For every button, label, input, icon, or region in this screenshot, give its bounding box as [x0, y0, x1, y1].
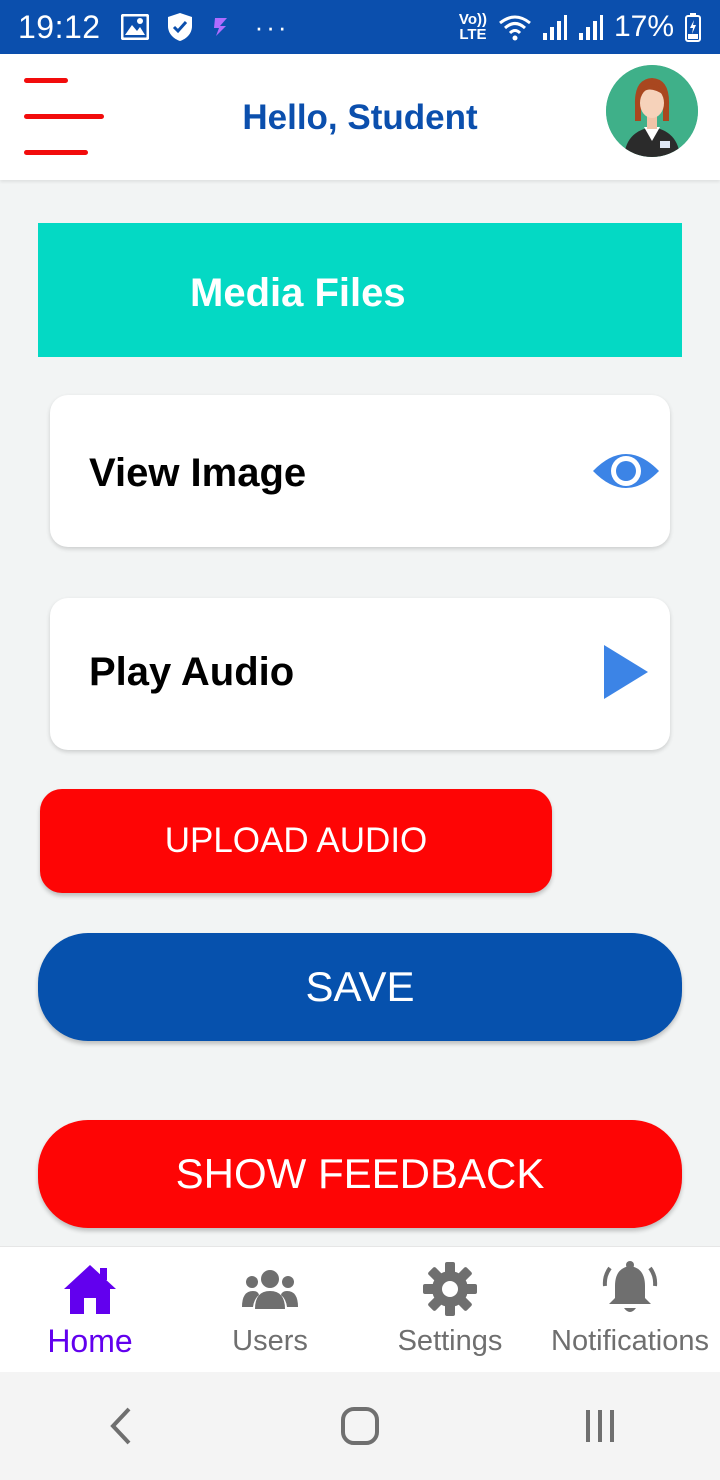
nav-label: Users: [232, 1325, 308, 1357]
upload-audio-button[interactable]: UPLOAD AUDIO: [40, 789, 552, 893]
nav-label: Home: [47, 1323, 133, 1359]
nav-label: Notifications: [551, 1325, 709, 1357]
app-icon: [213, 18, 227, 36]
users-icon: [238, 1259, 302, 1319]
show-feedback-button[interactable]: SHOW FEEDBACK: [38, 1120, 682, 1228]
battery-percent: 17%: [613, 10, 674, 43]
bottom-navigation: Home Users Settings Notifications: [0, 1246, 720, 1372]
signal-icon: [542, 15, 567, 40]
network-label: Vo)) LTE: [458, 11, 487, 43]
system-navigation-bar: [0, 1372, 720, 1480]
status-bar: 19:12 ··· Vo)) LTE 17%: [0, 0, 720, 54]
gear-icon: [418, 1259, 482, 1319]
home-circle-icon[interactable]: [320, 1386, 400, 1466]
play-icon[interactable]: [602, 643, 650, 706]
banner-label: Media Files: [190, 271, 406, 315]
recents-icon[interactable]: [560, 1386, 640, 1466]
battery-icon: [685, 13, 701, 42]
bell-icon: [598, 1259, 662, 1319]
nav-item-notifications[interactable]: Notifications: [540, 1247, 720, 1372]
save-button[interactable]: SAVE: [38, 933, 682, 1041]
home-icon: [58, 1259, 122, 1319]
wifi-icon: [499, 15, 531, 41]
play-audio-card[interactable]: Play Audio: [50, 598, 670, 750]
status-system-icons: Vo)) LTE 17%: [458, 10, 702, 44]
shield-check-icon: [167, 13, 192, 41]
media-files-banner: Media Files: [38, 223, 682, 357]
status-time: 19:12: [18, 8, 101, 45]
back-icon[interactable]: [80, 1386, 160, 1466]
signal-icon: [578, 15, 603, 40]
card-label: View Image: [89, 451, 307, 495]
view-image-card[interactable]: View Image: [50, 395, 670, 547]
nav-item-users[interactable]: Users: [180, 1247, 360, 1372]
card-label: Play Audio: [89, 650, 295, 694]
eye-icon[interactable]: [591, 447, 661, 500]
status-notification-icons: ···: [120, 11, 290, 43]
nav-label: Settings: [397, 1325, 503, 1357]
nav-item-home[interactable]: Home: [0, 1247, 180, 1372]
nav-item-settings[interactable]: Settings: [360, 1247, 540, 1372]
student-avatar-icon[interactable]: [606, 65, 698, 157]
image-icon: [120, 14, 149, 40]
app-header: Hello, Student: [0, 54, 720, 180]
more-dots-icon: ···: [254, 11, 290, 42]
